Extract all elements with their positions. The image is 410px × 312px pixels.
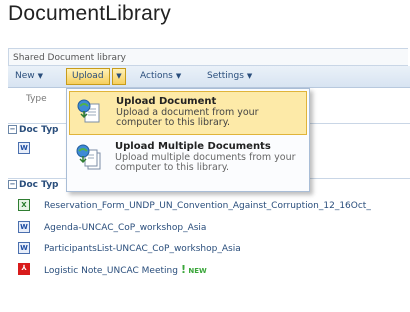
- list-item[interactable]: ⅄ Logistic Note_UNCAC Meeting! NEW: [18, 262, 408, 280]
- upload-document-description: Upload a document from your computer to …: [116, 107, 259, 128]
- pdf-icon: ⅄: [18, 263, 30, 275]
- upload-multiple-description: Upload multiple documents from your comp…: [115, 152, 296, 173]
- word-icon: W: [18, 142, 30, 154]
- page-title: DocumentLibrary: [8, 2, 171, 25]
- chevron-down-icon: ▼: [246, 72, 253, 80]
- chevron-down-icon: ▼: [37, 72, 44, 80]
- actions-menu-button[interactable]: Actions ▼: [140, 71, 181, 81]
- settings-label: Settings: [207, 71, 244, 81]
- collapse-icon[interactable]: −: [8, 125, 17, 134]
- document-link[interactable]: Reservation_Form_UNDP_UN_Convention_Agai…: [44, 199, 371, 213]
- new-badge: ! NEW: [181, 263, 207, 276]
- upload-document-icon: [77, 99, 100, 123]
- upload-multiple-title: Upload Multiple Documents: [115, 141, 271, 152]
- new-menu-button[interactable]: New ▼: [15, 71, 43, 81]
- document-link[interactable]: Agenda-UNCAC_CoP_workshop_Asia: [44, 221, 206, 235]
- list-item[interactable]: W ParticipantsList-UNCAC_CoP_workshop_As…: [18, 241, 408, 259]
- upload-multiple-menu-item[interactable]: Upload Multiple Documents Upload multipl…: [69, 137, 307, 189]
- document-link[interactable]: ParticipantsList-UNCAC_CoP_workshop_Asia: [44, 242, 241, 256]
- upload-button[interactable]: Upload: [66, 68, 110, 85]
- column-header-type[interactable]: Type: [26, 94, 47, 104]
- group-header[interactable]: − Doc Typ: [8, 125, 59, 135]
- chevron-down-icon: ▼: [116, 72, 122, 80]
- new-label: New: [15, 71, 35, 81]
- list-item[interactable]: W Agenda-UNCAC_CoP_workshop_Asia: [18, 220, 408, 238]
- word-icon: W: [18, 242, 30, 254]
- group-label: Doc Typ: [19, 125, 59, 135]
- chevron-down-icon: ▼: [175, 72, 182, 80]
- library-toolbar: New ▼ Upload ▼ Actions ▼ Settings ▼: [8, 66, 410, 88]
- library-description: Shared Document library: [8, 48, 408, 66]
- excel-icon: X: [18, 199, 30, 211]
- upload-document-title: Upload Document: [116, 96, 217, 107]
- settings-menu-button[interactable]: Settings ▼: [207, 71, 252, 81]
- upload-document-menu-item[interactable]: Upload Document Upload a document from y…: [69, 91, 307, 135]
- actions-label: Actions: [140, 71, 173, 81]
- upload-multiple-icon: [76, 144, 101, 170]
- upload-menu-arrow[interactable]: ▼: [112, 68, 126, 85]
- document-link-text[interactable]: Logistic Note_UNCAC Meeting: [44, 266, 178, 276]
- document-link[interactable]: Logistic Note_UNCAC Meeting! NEW: [44, 263, 207, 278]
- group-label: Doc Typ: [19, 180, 59, 190]
- list-item[interactable]: X Reservation_Form_UNDP_UN_Convention_Ag…: [18, 198, 408, 216]
- new-badge-mark: !: [180, 263, 186, 276]
- collapse-icon[interactable]: −: [8, 180, 17, 189]
- group-header[interactable]: − Doc Typ: [8, 180, 59, 190]
- word-icon: W: [18, 221, 30, 233]
- new-badge-label: NEW: [188, 267, 207, 275]
- upload-dropdown-menu: Upload Document Upload a document from y…: [66, 88, 310, 192]
